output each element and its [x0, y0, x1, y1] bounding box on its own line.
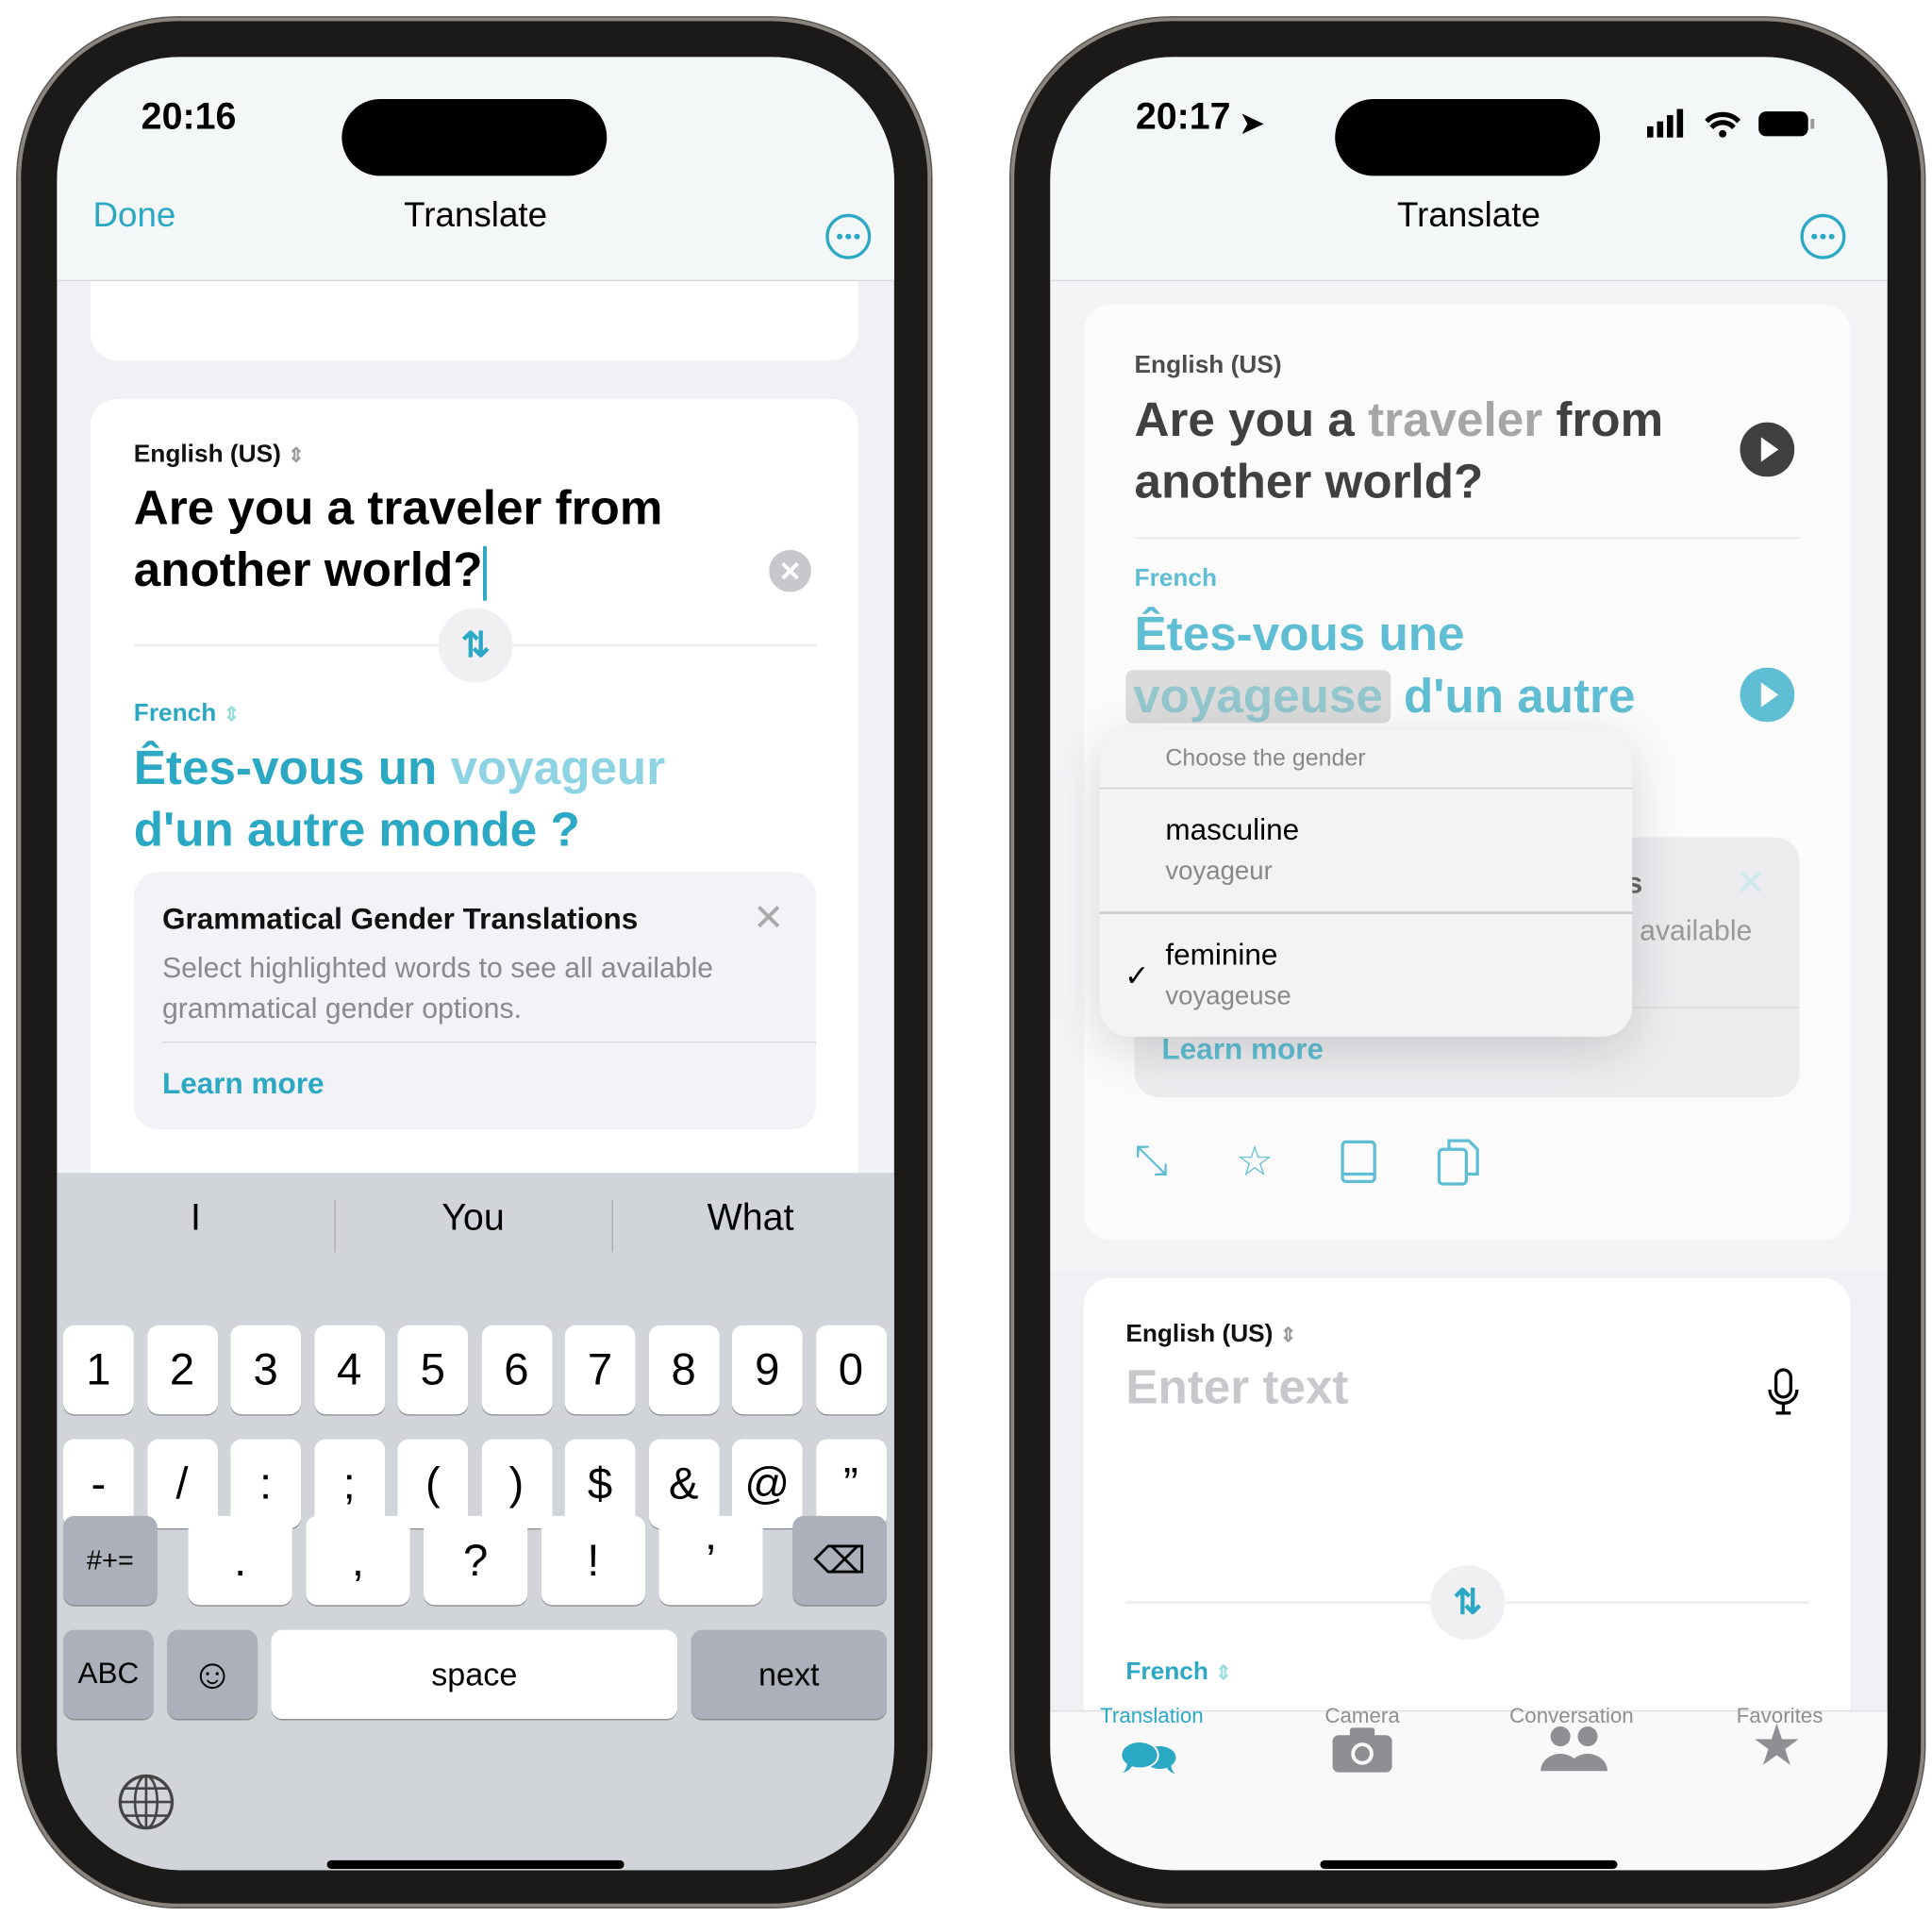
key[interactable]: (: [397, 1439, 469, 1528]
status-time: 20:17: [1135, 96, 1231, 138]
key[interactable]: $: [564, 1439, 636, 1528]
translation-tab-icon: 🗪: [1119, 1732, 1178, 1785]
more-icon[interactable]: [824, 213, 872, 260]
key[interactable]: -: [62, 1439, 134, 1528]
info-title: Grammatical Gender Translations: [161, 903, 639, 937]
next-key[interactable]: next: [691, 1629, 887, 1720]
source-text-input[interactable]: Are you a traveler from another world?: [134, 478, 662, 602]
abc-key[interactable]: ABC: [62, 1629, 154, 1720]
tab-favorites[interactable]: Favorites: [1680, 1704, 1878, 1728]
delete-key[interactable]: ⌫: [792, 1515, 887, 1606]
page-title: Translate: [404, 195, 548, 235]
suggestion[interactable]: You: [334, 1197, 611, 1240]
gender-info-box: Grammatical Gender Translations ✕ Select…: [133, 872, 817, 1130]
key[interactable]: 0: [815, 1325, 887, 1415]
key[interactable]: @: [731, 1439, 803, 1528]
conversation-icon: [1541, 1726, 1608, 1772]
swap-languages-button[interactable]: ⇅: [1430, 1565, 1506, 1641]
key[interactable]: 8: [648, 1325, 720, 1415]
key[interactable]: :: [230, 1439, 302, 1528]
option-word: voyageur: [1165, 857, 1273, 886]
clear-text-icon[interactable]: [769, 549, 811, 592]
input-card: [1083, 1277, 1851, 1774]
dynamic-island: [1335, 99, 1601, 176]
key[interactable]: !: [541, 1515, 645, 1606]
location-icon: ➤: [1238, 104, 1266, 142]
key[interactable]: 7: [564, 1325, 636, 1415]
key[interactable]: .: [188, 1515, 292, 1606]
key[interactable]: 6: [481, 1325, 552, 1415]
menu-option-feminine[interactable]: ✓ feminine voyageuse: [1100, 914, 1633, 1037]
key[interactable]: 9: [731, 1325, 803, 1415]
status-time: 20:16: [141, 96, 237, 138]
key[interactable]: 2: [146, 1325, 218, 1415]
close-icon[interactable]: ✕: [753, 896, 784, 940]
target-language-selector[interactable]: French ⇕: [1125, 1659, 1231, 1687]
target-language-selector[interactable]: French ⇕: [134, 700, 240, 728]
key[interactable]: 1: [62, 1325, 134, 1415]
option-label: feminine: [1165, 939, 1278, 973]
suggestion[interactable]: I: [57, 1197, 334, 1240]
key[interactable]: ;: [313, 1439, 385, 1528]
symbols-key[interactable]: #+=: [62, 1515, 158, 1606]
key[interactable]: 5: [397, 1325, 469, 1415]
status-icons: [1647, 108, 1815, 138]
gender-menu: Choose the gender masculine voyageur ✓ f…: [1099, 729, 1633, 1037]
source-language-selector[interactable]: English (US) ⇕: [1125, 1320, 1296, 1348]
option-label: masculine: [1165, 813, 1300, 847]
key[interactable]: &: [648, 1439, 720, 1528]
key[interactable]: ?: [423, 1515, 528, 1606]
page-title: Translate: [1397, 195, 1541, 235]
learn-more-link[interactable]: Learn more: [162, 1068, 325, 1103]
text-input[interactable]: Enter text: [1125, 1358, 1348, 1420]
key[interactable]: 4: [313, 1325, 385, 1415]
dynamic-island: [341, 99, 608, 176]
emoji-key[interactable]: ☺: [167, 1629, 258, 1720]
checkmark-icon: ✓: [1124, 959, 1150, 993]
home-indicator: [326, 1859, 625, 1870]
globe-icon[interactable]: [118, 1774, 175, 1830]
key[interactable]: ’: [658, 1515, 763, 1606]
microphone-icon[interactable]: [1766, 1367, 1801, 1417]
tab-camera[interactable]: Camera: [1263, 1704, 1461, 1728]
left-screen: 20:16 ➤ Done Translate Done Translate 20…: [57, 57, 894, 1871]
translation-text: Êtes-vous un voyageur d'un autre monde ?: [133, 742, 666, 858]
right-screen: 20:17 ➤ Translate English (US) Are you a…: [1050, 57, 1888, 1871]
option-word: voyageuse: [1165, 982, 1291, 1011]
swap-languages-button[interactable]: ⇅: [438, 608, 513, 683]
space-key[interactable]: space: [271, 1629, 678, 1720]
left-phone: 20:16 ➤ Done Translate Done Translate 20…: [17, 17, 932, 1908]
menu-header: Choose the gender: [1165, 745, 1366, 772]
divider: [611, 1200, 613, 1253]
key[interactable]: /: [146, 1439, 218, 1528]
home-indicator: [1320, 1859, 1618, 1870]
key[interactable]: ”: [815, 1439, 887, 1528]
keyboard: I You What 1 2 3 4 5 6 7 8 9 0 - /:;() $ & @”.,?!’ #+=…: [57, 1173, 894, 1871]
tab-translation[interactable]: Translation: [1053, 1704, 1251, 1728]
more-icon[interactable]: [1799, 213, 1846, 260]
suggestion[interactable]: What: [612, 1197, 890, 1240]
key[interactable]: ): [481, 1439, 552, 1528]
tab-conversation[interactable]: Conversation: [1473, 1704, 1671, 1728]
key[interactable]: ,: [306, 1515, 410, 1606]
source-language-selector[interactable]: English (US) ⇕: [134, 441, 305, 469]
key[interactable]: 3: [230, 1325, 302, 1415]
right-phone: 20:17 ➤ Translate English (US) Are you a…: [1010, 17, 1925, 1908]
divider: [334, 1200, 336, 1253]
camera-icon: [1332, 1727, 1392, 1773]
menu-option-masculine[interactable]: masculine voyageur: [1100, 789, 1633, 911]
gendered-word[interactable]: voyageur: [450, 742, 665, 794]
info-body: Select highlighted words to see all avai…: [161, 951, 714, 1025]
